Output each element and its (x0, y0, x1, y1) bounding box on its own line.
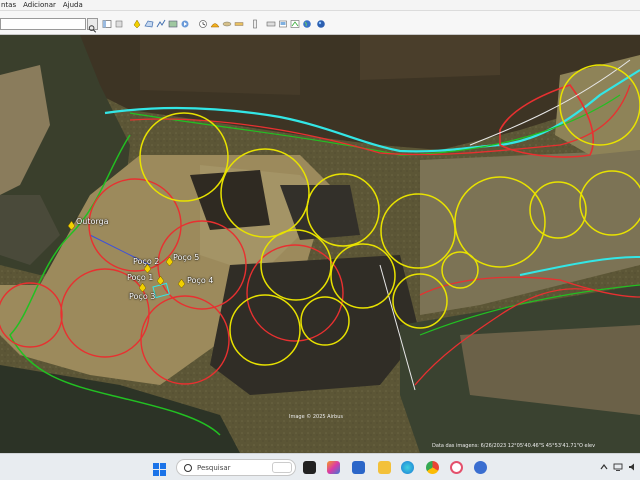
polygon-icon (143, 20, 153, 28)
placemark-label-outorga[interactable]: Outorga (76, 217, 109, 226)
sun-icon (210, 23, 219, 28)
dark-field (210, 255, 420, 395)
email-icon (252, 19, 257, 29)
record-tour-button[interactable] (179, 19, 190, 29)
add-polygon-button[interactable] (143, 19, 154, 29)
email-button[interactable] (249, 19, 260, 29)
maps-icon (290, 20, 299, 28)
placemark-label-poco-2[interactable]: Poço 2 (133, 257, 159, 266)
placemark-pin-icon[interactable] (139, 283, 146, 292)
tour-icon (181, 20, 188, 28)
save-image-icon (278, 20, 287, 28)
edge-button[interactable] (401, 461, 414, 474)
google-earth-taskbar-button[interactable] (474, 461, 487, 474)
placemark-pin-icon[interactable] (166, 257, 173, 266)
placemark-label-poco-1[interactable]: Poço 1 (127, 273, 153, 282)
chevron-up-icon[interactable] (600, 463, 608, 471)
earth-icon (302, 20, 311, 28)
satellite-map-view[interactable]: Outorga Poço 2 Poço 5 Poço 1 Poço 4 Poço… (0, 35, 640, 453)
sunlight-button[interactable] (209, 19, 220, 29)
upper-field (140, 35, 300, 95)
volume-icon[interactable] (628, 462, 638, 472)
hide-sidebar-button[interactable] (101, 19, 112, 29)
earth-view-button[interactable] (301, 19, 312, 29)
save-image-button[interactable] (277, 19, 288, 29)
historical-imagery-button[interactable] (197, 19, 208, 29)
search-icon (88, 25, 97, 33)
ruler-icon (234, 22, 243, 26)
placemark-label-poco-5[interactable]: Poço 5 (173, 253, 199, 262)
search-highlight-widget[interactable] (272, 462, 292, 473)
system-tray (600, 462, 638, 472)
task-view-button[interactable] (303, 461, 316, 474)
overlay-icon (168, 20, 177, 28)
menu-adicionar[interactable]: Adicionar (23, 1, 56, 9)
app-button[interactable] (450, 461, 463, 474)
placemark-pin-icon[interactable] (68, 221, 75, 230)
print-icon (266, 21, 275, 27)
print-button[interactable] (265, 19, 276, 29)
placemark-icon (133, 19, 140, 29)
add-placemark-button[interactable] (131, 19, 142, 29)
placemark-label-poco-4[interactable]: Poço 4 (187, 276, 213, 285)
start-button[interactable] (153, 461, 166, 476)
windows-taskbar: Pesquisar (0, 453, 640, 480)
toolbar (0, 11, 640, 35)
status-bar-coordinates: Data das imagens: 6/26/2023 12°05'40.46"… (432, 443, 596, 449)
map-terrain[interactable] (0, 35, 640, 453)
placemark-pin-icon[interactable] (178, 279, 185, 288)
search-input[interactable] (0, 18, 86, 30)
ruler-button[interactable] (233, 19, 244, 29)
windows-logo-icon (153, 463, 166, 476)
planets-button[interactable] (221, 19, 232, 29)
placemark-pin-icon[interactable] (157, 276, 164, 285)
placemark-label-poco-3[interactable]: Poço 3 (129, 292, 155, 301)
upper-field (360, 35, 500, 80)
add-overlay-button[interactable] (167, 19, 178, 29)
add-path-button[interactable] (155, 19, 166, 29)
taskbar-search-placeholder: Pesquisar (197, 463, 231, 472)
history-icon (198, 20, 207, 28)
hand-icon (115, 20, 122, 28)
view-in-maps-button[interactable] (289, 19, 300, 29)
chrome-button[interactable] (426, 461, 439, 474)
globe-icon (316, 20, 325, 28)
copilot-button[interactable] (327, 461, 340, 474)
menu-bar: ntas Adicionar Ajuda (0, 0, 640, 11)
teams-button[interactable] (352, 461, 365, 474)
google-earth-button[interactable] (315, 19, 326, 29)
planets-icon (222, 21, 231, 27)
file-explorer-button[interactable] (378, 461, 391, 474)
imagery-attribution: Image © 2025 Airbus (289, 414, 343, 420)
menu-ferramentas[interactable]: ntas (1, 1, 16, 9)
path-icon (156, 19, 165, 28)
menu-ajuda[interactable]: Ajuda (63, 1, 83, 9)
search-button[interactable] (87, 18, 98, 33)
sidebar-icon (102, 20, 111, 28)
network-icon[interactable] (613, 462, 623, 472)
search-icon (184, 463, 192, 472)
tool-button[interactable] (113, 19, 124, 29)
